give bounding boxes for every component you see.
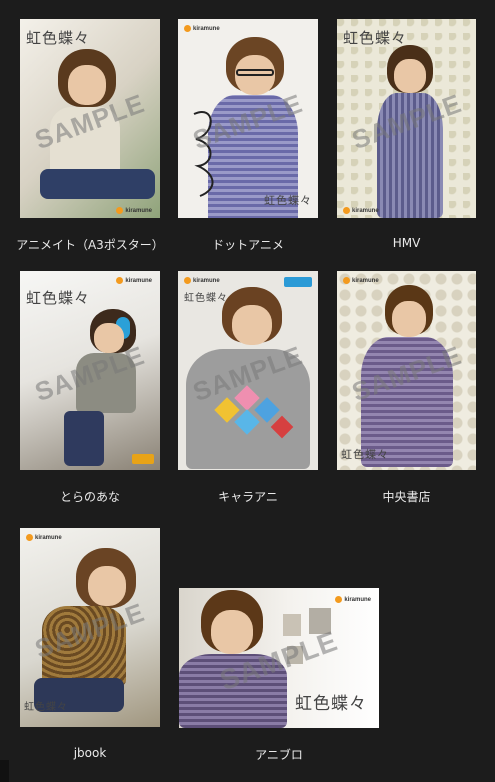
product-image-8[interactable]: kiramune SAMPLE 虹色蝶々 xyxy=(179,588,379,728)
kiramune-logo: kiramune xyxy=(184,25,220,32)
caption-5: キャラアニ xyxy=(218,490,278,504)
product-image-7[interactable]: kiramune SAMPLE 虹色蝶々 xyxy=(20,528,160,727)
brand-logo: 虹色蝶々 xyxy=(184,293,228,304)
kiramune-logo: kiramune xyxy=(184,277,220,284)
caption-3: HMV xyxy=(392,236,421,250)
caption-4: とらのあな xyxy=(59,490,120,504)
brand-logo: 虹色蝶々 xyxy=(341,448,389,461)
caption-7: jbook xyxy=(73,746,107,760)
page-corner-marker xyxy=(0,760,9,782)
kiramune-logo: kiramune xyxy=(343,207,379,214)
kiramune-logo: kiramune xyxy=(116,277,152,284)
caption-2: ドットアニメ xyxy=(212,238,284,252)
caption-6: 中央書店 xyxy=(382,490,431,504)
product-image-5[interactable]: kiramune 虹色蝶々 SAMPLE xyxy=(178,271,318,470)
product-image-4[interactable]: 虹色蝶々 kiramune SAMPLE xyxy=(20,271,160,470)
kiramune-logo: kiramune xyxy=(26,534,62,541)
kiramune-logo: kiramune xyxy=(116,207,152,214)
brand-logo: 虹色蝶々 xyxy=(343,29,408,47)
product-image-2[interactable]: kiramune SAMPLE 虹色蝶々 xyxy=(178,19,318,218)
brand-logo: 虹色蝶々 xyxy=(264,194,312,207)
shop-logo xyxy=(132,454,154,464)
product-image-1[interactable]: 虹色蝶々 SAMPLE kiramune xyxy=(20,19,160,218)
kiramune-logo: kiramune xyxy=(343,277,379,284)
brand-logo: 虹色蝶々 xyxy=(26,29,91,47)
brand-logo: 虹色蝶々 xyxy=(26,289,91,307)
product-image-6[interactable]: kiramune SAMPLE 虹色蝶々 xyxy=(337,271,476,470)
brand-logo: 虹色蝶々 xyxy=(24,702,68,713)
brand-logo: 虹色蝶々 xyxy=(295,694,367,714)
caption-1: アニメイト（A3ポスター） xyxy=(16,238,164,252)
kiramune-logo: kiramune xyxy=(335,596,371,603)
shop-logo xyxy=(284,277,312,287)
product-image-3[interactable]: 虹色蝶々 SAMPLE kiramune xyxy=(337,19,476,218)
caption-8: アニブロ xyxy=(255,748,303,762)
